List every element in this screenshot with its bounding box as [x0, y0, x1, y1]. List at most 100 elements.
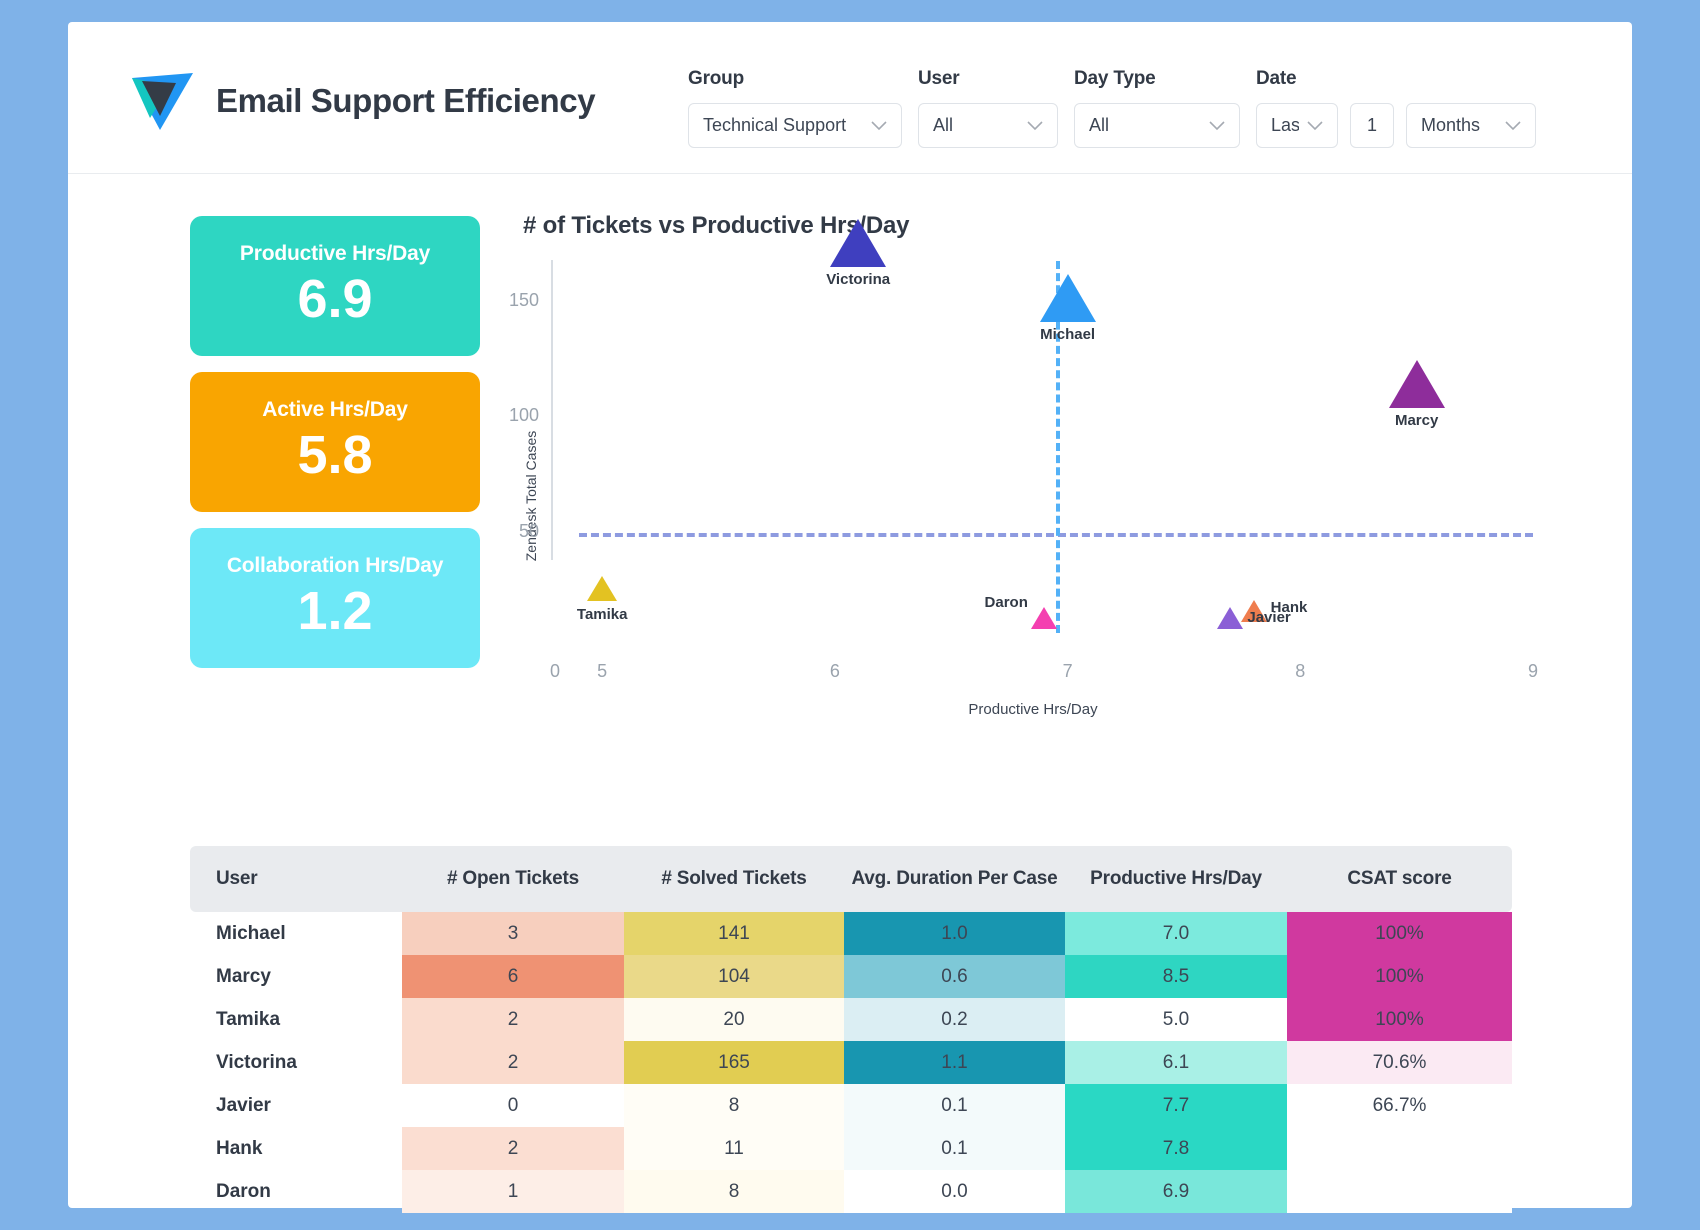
cell-productive-hrs: 6.1: [1065, 1041, 1287, 1084]
kpi-card-collaboration-hrs: Collaboration Hrs/Day 1.2: [190, 528, 480, 668]
dashboard-root: Email Support Efficiency Group Technical…: [68, 22, 1632, 1213]
date-unit-select[interactable]: Months: [1406, 103, 1536, 148]
y-axis-tick: 50: [518, 520, 539, 541]
kpi-value: 1.2: [297, 580, 373, 641]
cell-user: Michael: [216, 922, 286, 944]
column-header-user[interactable]: User: [190, 846, 402, 912]
date-amount-input[interactable]: 1: [1350, 103, 1394, 148]
cell-csat-score: 100%: [1287, 912, 1512, 955]
scatter-point-michael[interactable]: [1039, 274, 1096, 323]
cell-csat-score: 70.6%: [1287, 1041, 1512, 1084]
user-select[interactable]: All: [918, 103, 1058, 148]
scatter-chart-card: # of Tickets vs Productive Hrs/Day Zende…: [509, 212, 1538, 832]
x-axis-tick: 6: [829, 661, 840, 681]
filter-bar: Group Technical Support User All Day Typ…: [688, 68, 1536, 148]
scatter-point-victorina[interactable]: [830, 218, 887, 267]
cell-solved-tickets: 141: [624, 912, 844, 955]
cell-open-tickets: 0: [402, 1084, 624, 1127]
cell-csat-score: [1287, 1127, 1512, 1170]
triangle-marker-icon: [587, 576, 618, 601]
table-row[interactable]: Marcy 6 104 0.6 8.5 100%: [190, 955, 1512, 998]
triangle-marker-icon: [1039, 274, 1096, 323]
cell-avg-duration: 1.1: [844, 1041, 1065, 1084]
table-row[interactable]: Hank 2 11 0.1 7.8: [190, 1127, 1512, 1170]
kpi-value: 5.8: [297, 424, 373, 485]
column-header-open[interactable]: # Open Tickets: [402, 846, 624, 912]
kpi-card-productive-hrs: Productive Hrs/Day 6.9: [190, 216, 480, 356]
cell-user: Javier: [216, 1094, 271, 1116]
chevron-down-icon: [871, 120, 887, 130]
cell-solved-tickets: 8: [624, 1084, 844, 1127]
group-select[interactable]: Technical Support: [688, 103, 902, 148]
day-type-select-value: All: [1089, 115, 1110, 135]
column-header-csat[interactable]: CSAT score: [1287, 846, 1512, 912]
kpi-label: Collaboration Hrs/Day: [226, 553, 444, 577]
kpi-card-active-hrs: Active Hrs/Day 5.8: [190, 372, 480, 512]
scatter-point-label: Tamika: [576, 605, 628, 623]
user-select-value: All: [933, 115, 954, 135]
cell-productive-hrs: 5.0: [1065, 998, 1287, 1041]
x-axis-tick: 7: [1062, 661, 1073, 681]
scatter-point-label: Marcy: [1394, 411, 1439, 429]
cell-solved-tickets: 11: [624, 1127, 844, 1170]
triangle-marker-icon: [1031, 607, 1058, 630]
scatter-point-daron[interactable]: [1031, 607, 1058, 630]
cell-open-tickets: 2: [402, 998, 624, 1041]
triangle-marker-icon: [1388, 359, 1445, 408]
filter-group-group: Group Technical Support: [688, 68, 902, 148]
table-row[interactable]: Daron 1 8 0.0 6.9: [190, 1170, 1512, 1213]
scatter-point-marcy[interactable]: [1388, 359, 1445, 408]
kpi-label: Productive Hrs/Day: [239, 241, 431, 265]
cell-open-tickets: 1: [402, 1170, 624, 1213]
cell-avg-duration: 0.0: [844, 1170, 1065, 1213]
cell-csat-score: [1287, 1170, 1512, 1213]
chevron-down-icon: [1505, 120, 1521, 130]
filter-label-day-type: Day Type: [1074, 68, 1156, 89]
cell-productive-hrs: 7.7: [1065, 1084, 1287, 1127]
triangle-marker-icon: [830, 218, 887, 267]
scatter-point-tamika[interactable]: [587, 576, 618, 601]
x-axis-tick: 9: [1527, 661, 1539, 681]
cell-avg-duration: 0.1: [844, 1127, 1065, 1170]
cell-user: Tamika: [216, 1008, 281, 1030]
table-row[interactable]: Javier 0 8 0.1 7.7 66.7%: [190, 1084, 1512, 1127]
table-header-row: User # Open Tickets # Solved Tickets Avg…: [190, 846, 1512, 912]
date-controls: Last 1 Months: [1256, 103, 1536, 148]
cell-avg-duration: 0.1: [844, 1084, 1065, 1127]
cell-csat-score: 66.7%: [1287, 1084, 1512, 1127]
x-axis-tick: 8: [1295, 661, 1306, 681]
chevron-down-icon: [1027, 120, 1043, 130]
cell-productive-hrs: 7.0: [1065, 912, 1287, 955]
cell-csat-score: 100%: [1287, 998, 1512, 1041]
cell-open-tickets: 2: [402, 1041, 624, 1084]
table-row[interactable]: Victorina 2 165 1.1 6.1 70.6%: [190, 1041, 1512, 1084]
column-header-solved[interactable]: # Solved Tickets: [624, 846, 844, 912]
scatter-point-label: Javier: [1247, 609, 1291, 627]
paper-plane-logo: [132, 73, 193, 130]
scatter-point-label: Michael: [1040, 326, 1096, 344]
date-relative-select[interactable]: Last: [1256, 103, 1338, 148]
date-relative-value: Last: [1271, 115, 1299, 135]
cell-solved-tickets: 20: [624, 998, 844, 1041]
y-axis-tick: 100: [508, 405, 539, 426]
date-amount-value: 1: [1366, 115, 1377, 135]
column-header-productive[interactable]: Productive Hrs/Day: [1065, 846, 1287, 912]
cell-solved-tickets: 8: [624, 1170, 844, 1213]
cell-productive-hrs: 7.8: [1065, 1127, 1287, 1170]
scatter-point-javier[interactable]: [1217, 607, 1244, 630]
kpi-label: Active Hrs/Day: [262, 397, 408, 421]
triangle-marker-icon: [1217, 607, 1244, 630]
scatter-plot: Zendesk Total Cases Productive Hrs/Day 5…: [509, 218, 1538, 730]
cell-user: Victorina: [216, 1051, 297, 1073]
day-type-select[interactable]: All: [1074, 103, 1240, 148]
cell-avg-duration: 0.6: [844, 955, 1065, 998]
cell-open-tickets: 2: [402, 1127, 624, 1170]
chevron-down-icon: [1209, 120, 1225, 130]
table-row[interactable]: Tamika 2 20 0.2 5.0 100%: [190, 998, 1512, 1041]
x-axis-title: Productive Hrs/Day: [968, 701, 1098, 718]
cell-user: Hank: [216, 1137, 263, 1159]
kpi-card-list: Productive Hrs/Day 6.9 Active Hrs/Day 5.…: [190, 216, 480, 684]
scatter-point-label: Victorina: [826, 270, 891, 288]
table-row[interactable]: Michael 3 141 1.0 7.0 100%: [190, 912, 1512, 955]
column-header-duration[interactable]: Avg. Duration Per Case: [844, 846, 1065, 912]
